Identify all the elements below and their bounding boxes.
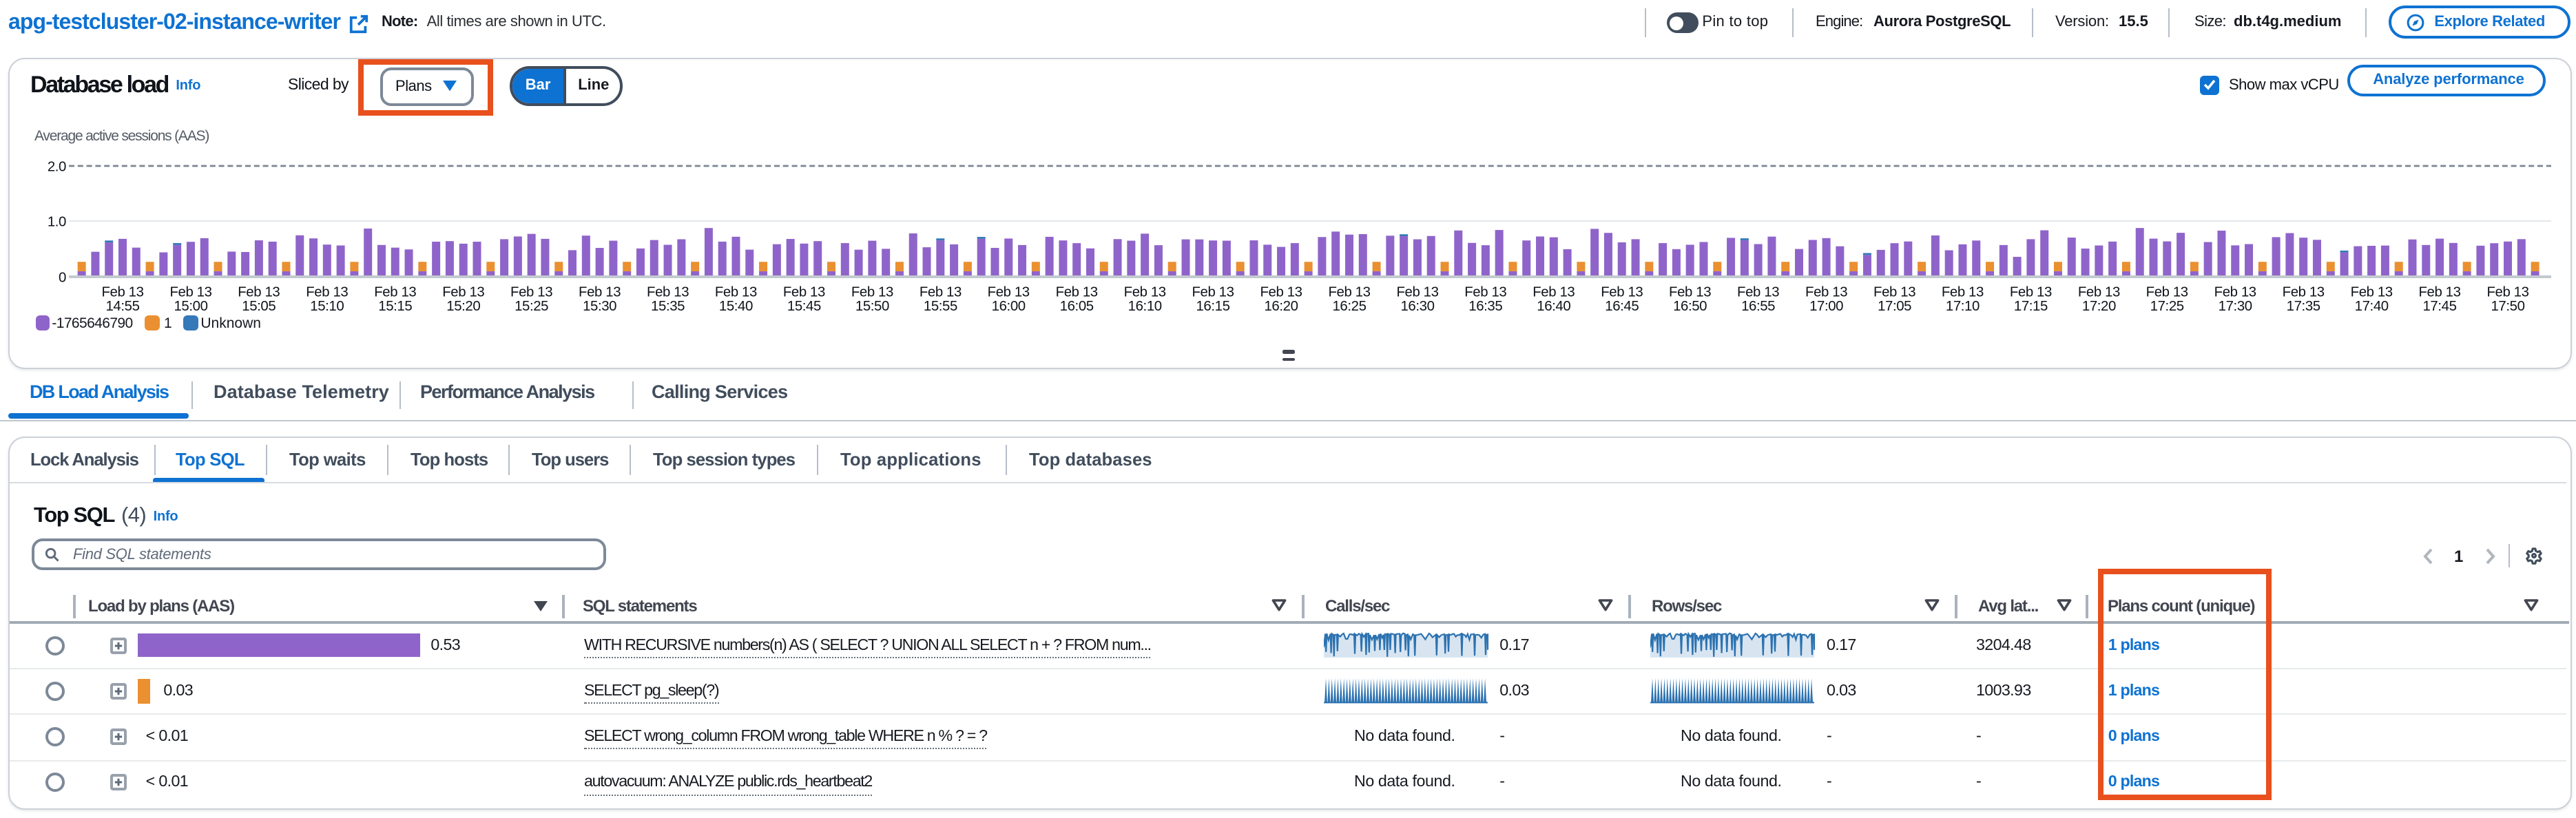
svg-text:Feb 13: Feb 13	[1805, 284, 1847, 300]
svg-text:Feb 13: Feb 13	[2078, 284, 2120, 300]
svg-text:Feb 13: Feb 13	[2214, 284, 2256, 300]
svg-text:1.0: 1.0	[48, 214, 66, 229]
svg-text:Feb 13: Feb 13	[1601, 284, 1643, 300]
svg-text:16:50: 16:50	[1673, 299, 1707, 314]
svg-text:Feb 13: Feb 13	[783, 284, 825, 300]
svg-text:Feb 13: Feb 13	[2010, 284, 2052, 300]
svg-text:Feb 13: Feb 13	[920, 284, 962, 300]
svg-text:16:15: 16:15	[1196, 299, 1229, 314]
svg-text:17:45: 17:45	[2422, 299, 2456, 314]
svg-text:Feb 13: Feb 13	[2283, 284, 2325, 300]
svg-text:15:15: 15:15	[378, 299, 412, 314]
svg-text:17:25: 17:25	[2150, 299, 2184, 314]
svg-text:Feb 13: Feb 13	[715, 284, 757, 300]
svg-text:Feb 13: Feb 13	[2351, 284, 2393, 300]
svg-text:Feb 13: Feb 13	[442, 284, 484, 300]
svg-text:Feb 13: Feb 13	[1737, 284, 1779, 300]
svg-text:Feb 13: Feb 13	[2418, 284, 2460, 300]
svg-text:16:05: 16:05	[1060, 299, 1094, 314]
svg-text:Feb 13: Feb 13	[1464, 284, 1506, 300]
svg-text:17:40: 17:40	[2355, 299, 2389, 314]
svg-text:17:50: 17:50	[2491, 299, 2524, 314]
svg-text:Feb 13: Feb 13	[988, 284, 1030, 300]
svg-text:Feb 13: Feb 13	[2146, 284, 2188, 300]
svg-text:16:10: 16:10	[1128, 299, 1162, 314]
svg-text:Feb 13: Feb 13	[1533, 284, 1575, 300]
svg-text:Feb 13: Feb 13	[1873, 284, 1915, 300]
svg-text:Feb 13: Feb 13	[1124, 284, 1166, 300]
svg-text:16:45: 16:45	[1605, 299, 1639, 314]
svg-text:Feb 13: Feb 13	[306, 284, 348, 300]
svg-text:15:10: 15:10	[310, 299, 344, 314]
svg-text:Feb 13: Feb 13	[851, 284, 893, 300]
svg-text:17:10: 17:10	[1946, 299, 1980, 314]
svg-text:15:35: 15:35	[651, 299, 685, 314]
svg-text:16:20: 16:20	[1264, 299, 1298, 314]
svg-text:15:00: 15:00	[174, 299, 207, 314]
svg-text:Feb 13: Feb 13	[1669, 284, 1711, 300]
svg-text:Feb 13: Feb 13	[2486, 284, 2528, 300]
svg-text:17:00: 17:00	[1809, 299, 1843, 314]
svg-text:15:45: 15:45	[787, 299, 821, 314]
svg-text:15:50: 15:50	[855, 299, 889, 314]
svg-text:15:20: 15:20	[446, 299, 480, 314]
svg-text:16:35: 16:35	[1468, 299, 1502, 314]
svg-text:17:05: 17:05	[1878, 299, 1911, 314]
svg-text:15:40: 15:40	[719, 299, 753, 314]
svg-text:17:30: 17:30	[2219, 299, 2252, 314]
svg-text:2.0: 2.0	[48, 159, 66, 174]
svg-text:16:55: 16:55	[1741, 299, 1775, 314]
svg-text:Feb 13: Feb 13	[1396, 284, 1438, 300]
svg-text:16:40: 16:40	[1537, 299, 1570, 314]
svg-text:Feb 13: Feb 13	[1056, 284, 1098, 300]
svg-text:16:25: 16:25	[1332, 299, 1366, 314]
svg-text:Feb 13: Feb 13	[579, 284, 621, 300]
svg-text:Feb 13: Feb 13	[374, 284, 416, 300]
svg-text:15:55: 15:55	[924, 299, 957, 314]
svg-text:Feb 13: Feb 13	[101, 284, 143, 300]
svg-text:Feb 13: Feb 13	[238, 284, 280, 300]
svg-text:Feb 13: Feb 13	[647, 284, 689, 300]
svg-text:14:55: 14:55	[105, 299, 139, 314]
svg-text:15:05: 15:05	[242, 299, 276, 314]
svg-text:17:20: 17:20	[2082, 299, 2116, 314]
svg-text:17:35: 17:35	[2287, 299, 2320, 314]
svg-text:Feb 13: Feb 13	[1942, 284, 1984, 300]
svg-text:16:30: 16:30	[1400, 299, 1434, 314]
svg-text:16:00: 16:00	[992, 299, 1026, 314]
svg-text:Feb 13: Feb 13	[1260, 284, 1302, 300]
svg-text:Feb 13: Feb 13	[169, 284, 211, 300]
svg-text:17:15: 17:15	[2014, 299, 2048, 314]
svg-text:Feb 13: Feb 13	[510, 284, 552, 300]
svg-text:0: 0	[59, 270, 66, 285]
svg-text:15:25: 15:25	[515, 299, 548, 314]
svg-text:Feb 13: Feb 13	[1192, 284, 1234, 300]
svg-text:Feb 13: Feb 13	[1328, 284, 1370, 300]
svg-text:15:30: 15:30	[583, 299, 616, 314]
